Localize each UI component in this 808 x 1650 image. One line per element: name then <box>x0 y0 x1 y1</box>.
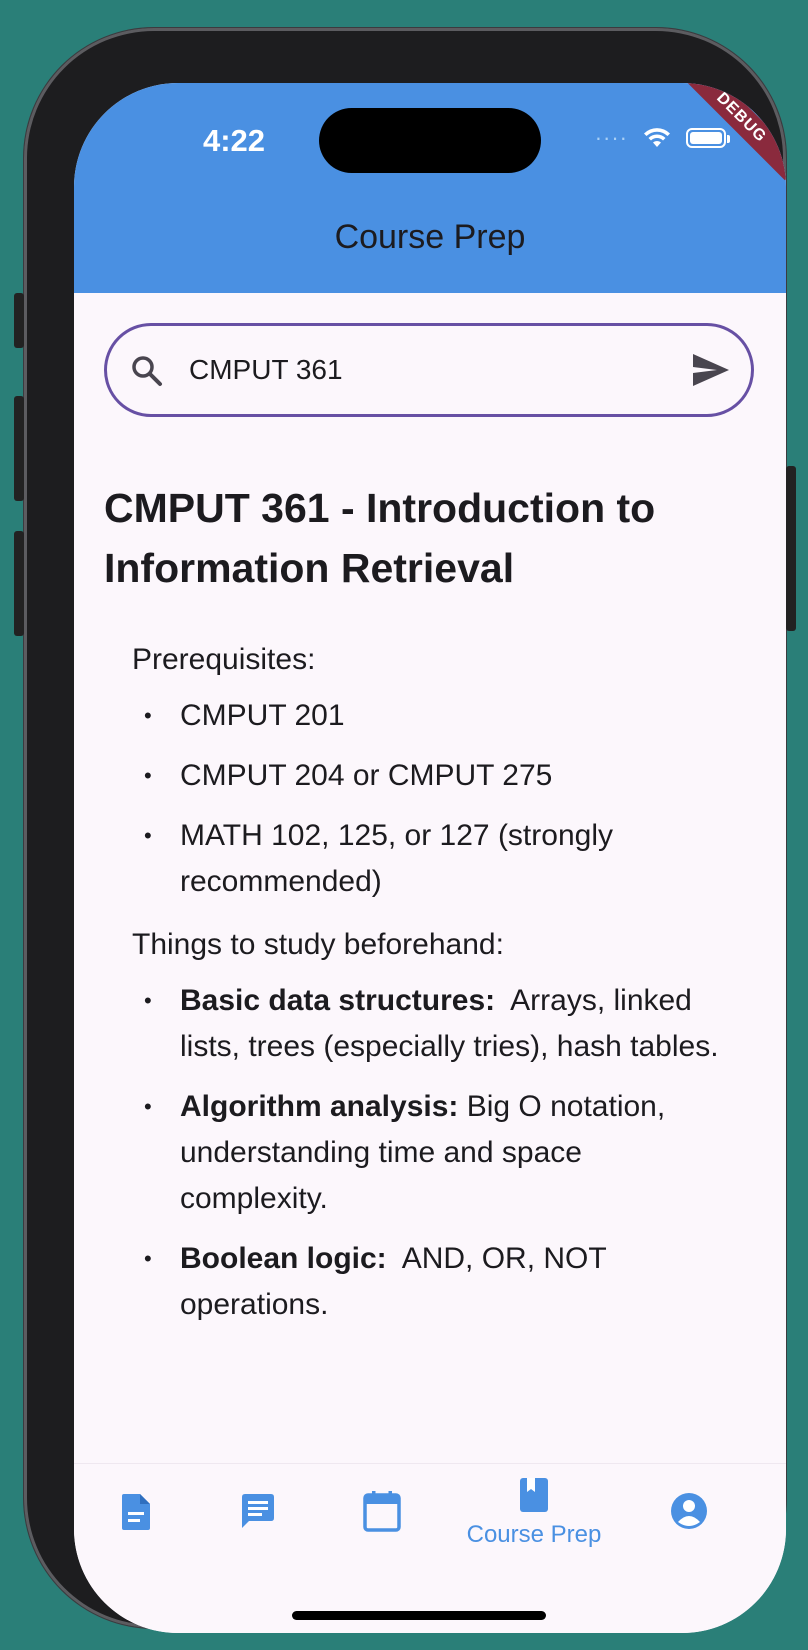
screen: 4:22 ···· DEBUG Course Prep CMPUT 361 CM… <box>74 83 786 1633</box>
bullet-icon: • <box>144 1246 152 1271</box>
power-button <box>786 466 796 631</box>
study-list: • Basic data structures: Arrays, linked … <box>144 978 724 1342</box>
volume-down-button <box>14 531 24 636</box>
study-heading: Things to study beforehand: <box>132 928 504 961</box>
list-item: • CMPUT 204 or CMPUT 275 <box>144 753 724 799</box>
prerequisite-text: CMPUT 201 <box>180 699 345 732</box>
search-input[interactable]: CMPUT 361 <box>189 354 343 386</box>
study-term: Algorithm analysis: <box>180 1090 459 1123</box>
status-icons: ···· <box>594 125 730 151</box>
nav-label[interactable]: Course Prep <box>464 1521 604 1549</box>
search-bar[interactable]: CMPUT 361 <box>104 323 754 417</box>
search-icon[interactable] <box>129 353 165 394</box>
bullet-icon: • <box>144 823 152 848</box>
account-icon[interactable] <box>670 1492 708 1530</box>
battery-icon <box>686 128 730 148</box>
nav-course-prep[interactable]: Course Prep <box>464 1476 604 1549</box>
prerequisites-list: • CMPUT 201 • CMPUT 204 or CMPUT 275 • M… <box>144 693 724 919</box>
chat-icon[interactable] <box>239 1492 277 1530</box>
book-icon[interactable] <box>518 1476 550 1514</box>
phone-frame: 4:22 ···· DEBUG Course Prep CMPUT 361 CM… <box>14 28 796 1633</box>
status-time: 4:22 <box>202 123 266 158</box>
nav-calendar[interactable] <box>312 1490 452 1537</box>
bullet-icon: • <box>144 703 152 728</box>
bullet-icon: • <box>144 1094 152 1119</box>
prerequisite-text: CMPUT 204 or CMPUT 275 <box>180 759 553 792</box>
cellular-signal-icon: ···· <box>594 125 628 150</box>
nav-documents[interactable] <box>74 1492 206 1537</box>
volume-up-button <box>14 396 24 501</box>
mute-switch <box>14 293 24 348</box>
nav-chat[interactable] <box>188 1492 328 1535</box>
list-item: • CMPUT 201 <box>144 693 724 739</box>
prerequisite-text: MATH 102, 125, or 127 (strongly recommen… <box>180 819 613 898</box>
document-icon[interactable] <box>118 1492 154 1532</box>
page-title: Course Prep <box>334 218 526 256</box>
study-term: Boolean logic: <box>180 1242 387 1275</box>
list-item: • MATH 102, 125, or 127 (strongly recomm… <box>144 813 724 905</box>
send-icon[interactable] <box>691 352 731 393</box>
home-indicator[interactable] <box>292 1611 546 1620</box>
prerequisites-heading: Prerequisites: <box>132 643 316 676</box>
dynamic-island <box>319 108 541 173</box>
nav-account[interactable] <box>619 1492 759 1535</box>
calendar-icon[interactable] <box>363 1490 401 1532</box>
wifi-icon <box>644 128 670 147</box>
study-term: Basic data structures: <box>180 984 496 1017</box>
bottom-navigation: Course Prep <box>74 1463 786 1633</box>
course-title: CMPUT 361 - Introduction to Information … <box>104 485 656 591</box>
list-item: • Boolean logic: AND, OR, NOT operations… <box>144 1236 724 1328</box>
app-bar: 4:22 ···· DEBUG Course Prep <box>74 83 786 293</box>
bullet-icon: • <box>144 988 152 1013</box>
list-item: • Basic data structures: Arrays, linked … <box>144 978 724 1070</box>
list-item: • Algorithm analysis: Big O notation, un… <box>144 1084 724 1222</box>
bullet-icon: • <box>144 763 152 788</box>
